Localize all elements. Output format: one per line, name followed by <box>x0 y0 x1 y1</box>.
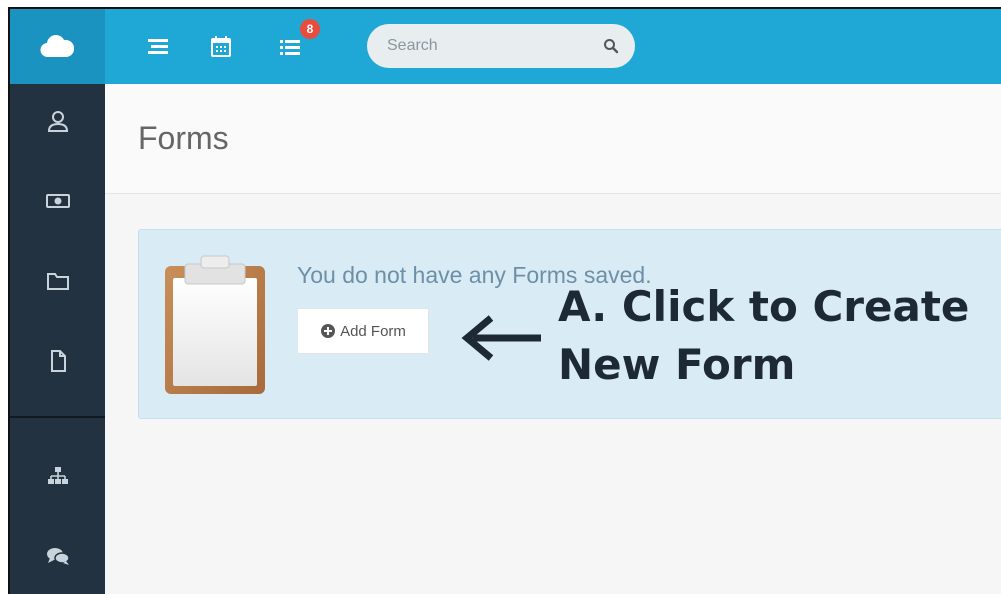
tasks-icon[interactable] <box>277 34 303 60</box>
search-input[interactable] <box>387 34 587 58</box>
list-icon[interactable] <box>145 34 171 60</box>
search-icon[interactable] <box>603 38 619 54</box>
sidebar-item-folders[interactable] <box>10 256 105 306</box>
sidebar-item-billing[interactable] <box>10 176 105 226</box>
sidebar-item-messages[interactable] <box>10 531 105 581</box>
sidebar <box>10 84 105 594</box>
annotation-line-1: A. Click to Create <box>558 282 970 331</box>
comments-icon <box>46 548 70 565</box>
calendar-icon[interactable] <box>208 34 234 60</box>
plus-circle-icon <box>321 324 336 338</box>
add-form-button[interactable]: Add Form <box>297 308 429 354</box>
sidebar-item-files[interactable] <box>10 336 105 386</box>
page-header: Forms <box>105 84 1001 194</box>
annotation-line-2: New Form <box>558 340 796 389</box>
top-bar: 8 <box>105 9 1001 84</box>
file-icon <box>50 350 66 372</box>
clipboard-icon <box>165 255 265 394</box>
cloud-icon <box>40 35 74 58</box>
arrow-left-icon <box>461 315 541 361</box>
money-icon <box>45 194 70 208</box>
folder-icon <box>46 273 69 290</box>
app-window: 8 Search Forms You do not have any Forms… <box>8 7 1001 594</box>
empty-state-panel: You do not have any Forms saved. Add For… <box>138 229 1001 419</box>
sidebar-divider <box>10 416 105 418</box>
user-icon <box>47 111 68 132</box>
annotation-callout: A. Click to Create New Form <box>558 278 969 394</box>
logo[interactable] <box>10 9 105 84</box>
sidebar-item-structure[interactable] <box>10 451 105 501</box>
add-form-label: Add Form <box>340 322 406 340</box>
notification-badge[interactable]: 8 <box>300 19 320 39</box>
page-title: Forms <box>138 120 229 156</box>
sitemap-icon <box>47 467 68 484</box>
sidebar-item-users[interactable] <box>10 96 105 146</box>
search-box[interactable] <box>367 24 635 68</box>
